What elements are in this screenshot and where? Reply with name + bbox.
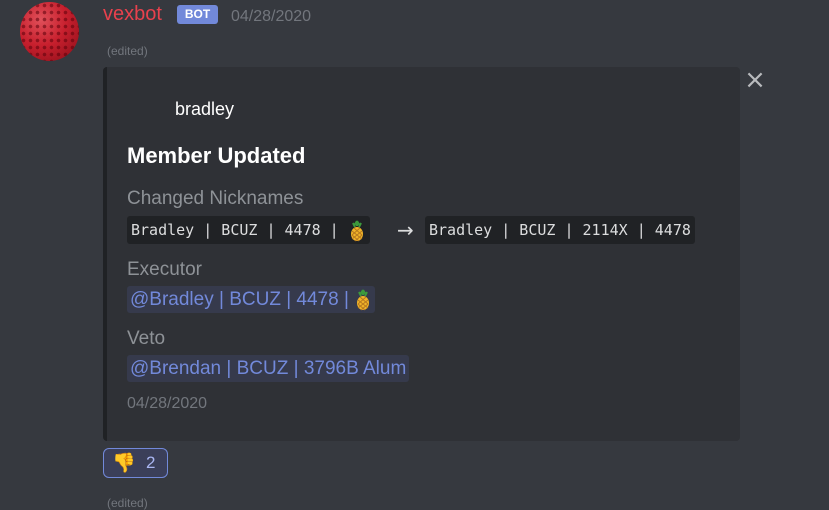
embed-footer-timestamp: 04/28/2020 (127, 395, 208, 412)
field-name-veto: Veto (127, 328, 166, 349)
executor-mention-text: @Bradley | BCUZ | 4478 | (130, 289, 355, 310)
veto-mention[interactable]: @Brendan | BCUZ | 3796B Alum (127, 355, 410, 382)
executor-mention[interactable]: @Bradley | BCUZ | 4478 | (127, 286, 376, 313)
edited-label-next: (edited) (107, 496, 148, 510)
username[interactable]: vexbot (103, 3, 162, 26)
embed-author: bradley (175, 99, 235, 119)
bot-badge: BOT (177, 5, 218, 24)
pineapple-icon (350, 219, 363, 241)
old-nickname-text: Bradley | BCUZ | 4478 | (131, 221, 348, 239)
pineapple-icon (357, 289, 370, 311)
embed (103, 67, 740, 441)
avatar[interactable] (20, 2, 79, 61)
old-nickname: Bradley | BCUZ | 4478 | (127, 216, 370, 244)
nickname-arrow: → (397, 218, 414, 242)
thumbs-down-icon: 👎 (112, 452, 136, 474)
message-timestamp: 04/28/2020 (231, 8, 312, 25)
new-nickname: Bradley | BCUZ | 2114X | 4478 (425, 216, 695, 244)
field-name-changed-nicknames: Changed Nicknames (127, 188, 304, 209)
reaction-count: 2 (146, 453, 156, 472)
embed-title: Member Updated (127, 143, 306, 168)
field-name-executor: Executor (127, 259, 202, 280)
edited-label: (edited) (107, 44, 148, 58)
reaction-button[interactable]: 👎 2 (103, 448, 168, 478)
close-icon[interactable]: × (743, 67, 767, 93)
